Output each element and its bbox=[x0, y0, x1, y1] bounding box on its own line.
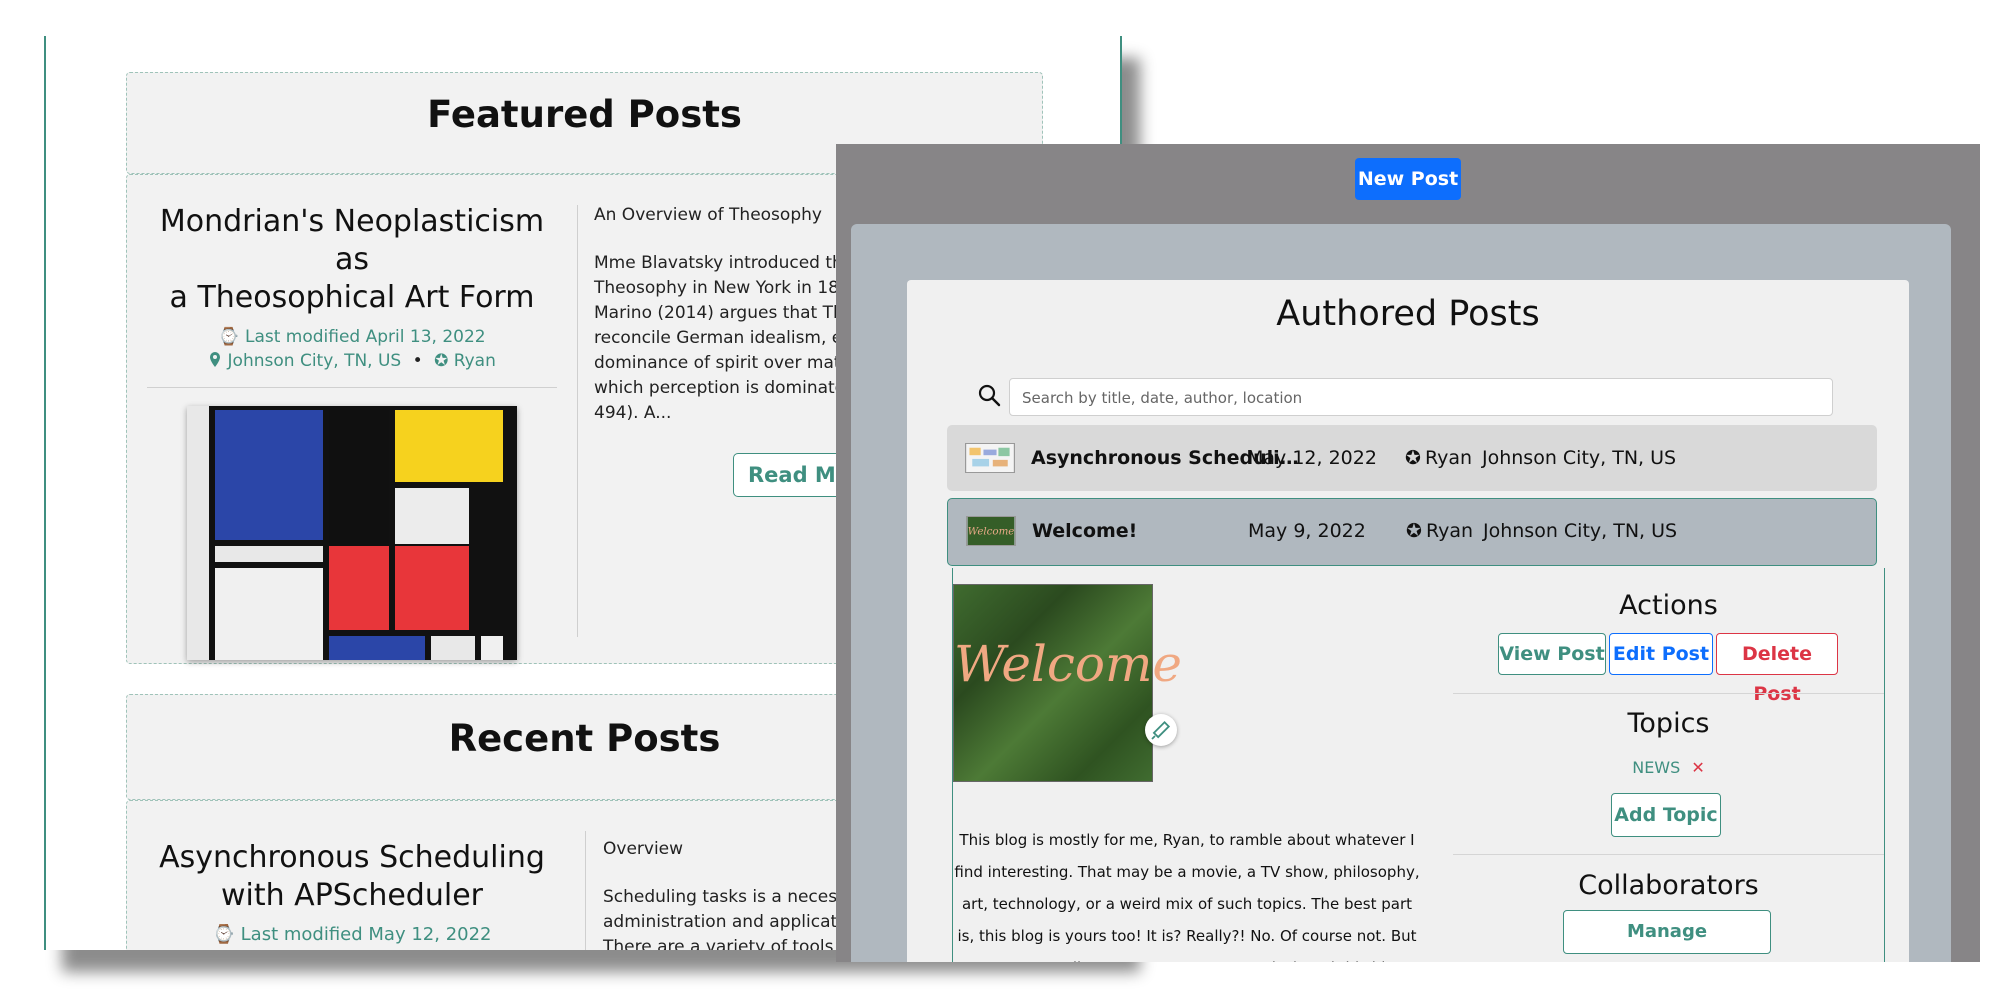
topics-title: Topics bbox=[1627, 708, 1710, 739]
section-divider bbox=[1453, 854, 1884, 855]
post-thumbnail: Welcome bbox=[966, 516, 1016, 546]
edit-post-button[interactable]: Edit Post bbox=[1609, 633, 1713, 675]
author-icon: ✪ bbox=[1405, 447, 1421, 469]
section-divider bbox=[1453, 693, 1884, 694]
post-title-line1[interactable]: Mondrian's Neoplasticism as bbox=[147, 203, 557, 279]
recent-modified: Last modified May 12, 2022 bbox=[240, 924, 492, 945]
view-post-button[interactable]: View Post bbox=[1498, 633, 1606, 675]
clock-icon: ⌚ bbox=[218, 327, 240, 347]
recent-title-line1[interactable]: Asynchronous Scheduling bbox=[147, 839, 557, 877]
authored-posts-title: Authored Posts bbox=[1276, 294, 1540, 334]
edit-image-pencil-icon[interactable] bbox=[1145, 714, 1177, 746]
post-row-author: Ryan bbox=[1426, 520, 1474, 542]
actions-title: Actions bbox=[1619, 590, 1718, 621]
remove-topic-icon[interactable]: ✕ bbox=[1691, 758, 1704, 777]
svg-text:Welcome: Welcome bbox=[968, 526, 1015, 538]
recent-column-divider bbox=[585, 831, 586, 950]
search-input[interactable]: Search by title, date, author, location bbox=[1009, 378, 1833, 416]
add-topic-button[interactable]: Add Topic bbox=[1611, 793, 1721, 837]
post-row-author: Ryan bbox=[1425, 447, 1473, 469]
cover-image-text: Welcome bbox=[954, 635, 1183, 693]
author-icon: ✪ bbox=[434, 351, 449, 371]
post-meta-row: Johnson City, TN, US • ✪ Ryan bbox=[147, 349, 557, 373]
post-divider bbox=[147, 387, 557, 388]
post-row-date: May 9, 2022 bbox=[1248, 520, 1366, 542]
delete-post-button[interactable]: Delete Post bbox=[1716, 633, 1838, 705]
admin-dashboard-window: New Post Authored Posts Search by title,… bbox=[836, 144, 1980, 962]
post-detail-panel: Welcome This blog is mostly for me, Ryan… bbox=[952, 568, 1885, 962]
post-author[interactable]: Ryan bbox=[454, 351, 496, 371]
post-modified-row: ⌚ Last modified April 13, 2022 bbox=[147, 325, 557, 349]
collaborators-title: Collaborators bbox=[1578, 870, 1759, 901]
post-cover-image[interactable]: Welcome bbox=[953, 584, 1183, 782]
post-column-divider bbox=[577, 205, 578, 637]
post-row-selected[interactable]: Welcome Welcome! May 9, 2022 ✪ Ryan John… bbox=[947, 498, 1877, 566]
manage-collaborators-button[interactable]: Manage Collaborators bbox=[1563, 910, 1771, 954]
post-location[interactable]: Johnson City, TN, US bbox=[228, 351, 402, 371]
authored-posts-card: Authored Posts Search by title, date, au… bbox=[907, 280, 1909, 962]
post-title-line2[interactable]: a Theosophical Art Form bbox=[147, 279, 557, 317]
topic-tag[interactable]: NEWS bbox=[1632, 758, 1680, 777]
topic-tag-row: NEWS ✕ bbox=[1453, 758, 1884, 777]
post-modified: Last modified April 13, 2022 bbox=[244, 327, 486, 347]
recent-title-line2[interactable]: with APScheduler bbox=[147, 877, 557, 915]
post-detail-sidebar: Actions View Post Edit Post Delete Post … bbox=[1453, 568, 1884, 962]
post-row-location: Johnson City, TN, US bbox=[1483, 520, 1678, 542]
new-post-button[interactable]: New Post bbox=[1355, 158, 1461, 200]
post-row[interactable]: Asynchronous Scheduling wi... May 12, 20… bbox=[947, 425, 1877, 491]
post-row-date: May 12, 2022 bbox=[1247, 447, 1377, 469]
search-icon bbox=[978, 384, 1001, 407]
meta-separator: • bbox=[412, 351, 423, 371]
mondrian-painting-image[interactable] bbox=[187, 406, 517, 660]
post-description: This blog is mostly for me, Ryan, to ram… bbox=[954, 831, 1420, 962]
post-row-location: Johnson City, TN, US bbox=[1482, 447, 1677, 469]
post-thumbnail bbox=[965, 443, 1015, 473]
author-icon: ✪ bbox=[1406, 520, 1422, 542]
clock-icon: ⌚ bbox=[212, 924, 235, 945]
admin-panel: Authored Posts Search by title, date, au… bbox=[851, 224, 1951, 962]
location-pin-icon bbox=[210, 352, 221, 367]
recent-modified-row: ⌚ Last modified May 12, 2022 bbox=[147, 923, 557, 947]
